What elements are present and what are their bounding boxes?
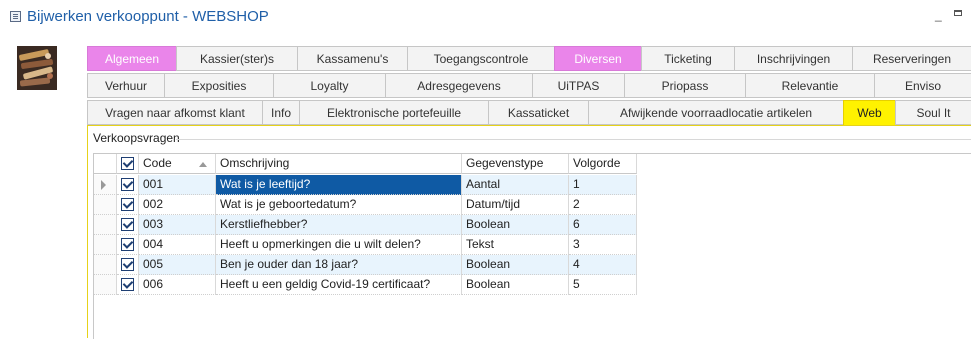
header-indicator-cell bbox=[94, 154, 117, 174]
tab-relevantie[interactable]: Relevantie bbox=[745, 73, 874, 98]
cell-volgorde[interactable]: 6 bbox=[569, 215, 637, 235]
checkbox-checked-icon bbox=[121, 198, 134, 211]
row-checkbox[interactable] bbox=[117, 255, 139, 275]
cell-volgorde[interactable]: 3 bbox=[569, 235, 637, 255]
tab-vragen-naar-afkomst-klant[interactable]: Vragen naar afkomst klant bbox=[87, 100, 262, 125]
cell-gegevenstype[interactable]: Tekst bbox=[462, 235, 569, 255]
tab-web[interactable]: Web bbox=[843, 100, 895, 125]
checkbox-checked-icon bbox=[121, 278, 134, 291]
checkbox-checked-icon bbox=[121, 258, 134, 271]
row-indicator bbox=[94, 195, 117, 215]
verkoopsvragen-grid: Code Omschrijving Gegevenstype Volgorde … bbox=[93, 153, 971, 339]
title-bar: Bijwerken verkooppunt - WEBSHOP _ bbox=[0, 0, 971, 32]
checkbox-checked-icon bbox=[121, 178, 134, 191]
cell-omschrijving[interactable]: Wat is je geboortedatum? bbox=[216, 195, 462, 215]
tab-adresgegevens[interactable]: Adresgegevens bbox=[385, 73, 532, 98]
web-tab-panel: Verkoopsvragen Code Omschrijving Gegeven… bbox=[87, 125, 971, 339]
window-title: Bijwerken verkooppunt - WEBSHOP bbox=[27, 8, 269, 25]
tab-elektronische-portefeuille[interactable]: Elektronische portefeuille bbox=[299, 100, 488, 125]
row-checkbox[interactable] bbox=[117, 175, 139, 195]
cell-volgorde[interactable]: 2 bbox=[569, 195, 637, 215]
table-row[interactable]: 004 Heeft u opmerkingen die u wilt delen… bbox=[94, 235, 968, 255]
cell-code[interactable]: 006 bbox=[139, 275, 216, 295]
cell-gegevenstype[interactable]: Boolean bbox=[462, 215, 569, 235]
group-divider bbox=[176, 139, 971, 140]
tab-kassamenus[interactable]: Kassamenu's bbox=[297, 46, 407, 71]
tab-kassiersters[interactable]: Kassier(ster)s bbox=[176, 46, 297, 71]
checkbox-checked-icon bbox=[121, 218, 134, 231]
tab-afwijkende-voorraadlocatie-artikelen[interactable]: Afwijkende voorraadlocatie artikelen bbox=[588, 100, 843, 125]
tab-algemeen[interactable]: Algemeen bbox=[87, 46, 176, 71]
tab-inschrijvingen[interactable]: Inschrijvingen bbox=[734, 46, 852, 71]
sort-ascending-icon bbox=[199, 162, 207, 167]
cell-omschrijving[interactable]: Ben je ouder dan 18 jaar? bbox=[216, 255, 462, 275]
tab-exposities[interactable]: Exposities bbox=[164, 73, 273, 98]
column-header-gegevenstype[interactable]: Gegevenstype bbox=[462, 154, 569, 174]
tab-priopass[interactable]: Priopass bbox=[624, 73, 745, 98]
tab-row-3: Vragen naar afkomst klant Info Elektroni… bbox=[87, 100, 971, 125]
cell-omschrijving[interactable]: Heeft u een geldig Covid-19 certificaat? bbox=[216, 275, 462, 295]
row-indicator bbox=[94, 175, 117, 195]
tab-enviso[interactable]: Enviso bbox=[874, 73, 971, 98]
tab-reserveringen[interactable]: Reserveringen bbox=[852, 46, 971, 71]
cell-gegevenstype[interactable]: Datum/tijd bbox=[462, 195, 569, 215]
cell-code[interactable]: 004 bbox=[139, 235, 216, 255]
tab-ticketing[interactable]: Ticketing bbox=[641, 46, 734, 71]
row-checkbox[interactable] bbox=[117, 235, 139, 255]
tab-loyalty[interactable]: Loyalty bbox=[273, 73, 385, 98]
row-checkbox[interactable] bbox=[117, 195, 139, 215]
checkbox-checked-icon bbox=[121, 238, 134, 251]
cell-volgorde[interactable]: 5 bbox=[569, 275, 637, 295]
grid-header-row: Code Omschrijving Gegevenstype Volgorde bbox=[94, 154, 968, 174]
tab-info[interactable]: Info bbox=[262, 100, 299, 125]
checkbox-checked-icon bbox=[121, 157, 134, 170]
cell-volgorde[interactable]: 1 bbox=[569, 175, 637, 195]
cell-code[interactable]: 005 bbox=[139, 255, 216, 275]
table-row[interactable]: 002 Wat is je geboortedatum? Datum/tijd … bbox=[94, 195, 968, 215]
current-row-pointer-icon bbox=[101, 180, 106, 190]
cell-omschrijving[interactable]: Kerstliefhebber? bbox=[216, 215, 462, 235]
table-row[interactable]: 003 Kerstliefhebber? Boolean 6 bbox=[94, 215, 968, 235]
cell-code[interactable]: 002 bbox=[139, 195, 216, 215]
tab-row-2: Verhuur Exposities Loyalty Adresgegevens… bbox=[87, 73, 971, 98]
column-header-omschrijving[interactable]: Omschrijving bbox=[216, 154, 462, 174]
table-row[interactable]: 006 Heeft u een geldig Covid-19 certific… bbox=[94, 275, 968, 295]
row-indicator bbox=[94, 215, 117, 235]
minimize-button[interactable]: _ bbox=[935, 8, 942, 22]
brochures-image-icon bbox=[17, 46, 57, 90]
maximize-button[interactable] bbox=[954, 10, 962, 16]
row-indicator bbox=[94, 275, 117, 295]
column-header-volgorde[interactable]: Volgorde bbox=[569, 154, 637, 174]
cell-gegevenstype[interactable]: Boolean bbox=[462, 275, 569, 295]
table-row[interactable]: 001 Wat is je leeftijd? Aantal 1 bbox=[94, 175, 968, 195]
tab-uitpas[interactable]: UiTPAS bbox=[532, 73, 624, 98]
column-header-code-label: Code bbox=[143, 156, 172, 170]
cell-omschrijving-selected[interactable]: Wat is je leeftijd? bbox=[216, 175, 462, 195]
header-select-all-checkbox[interactable] bbox=[117, 154, 139, 174]
cell-gegevenstype[interactable]: Boolean bbox=[462, 255, 569, 275]
row-checkbox[interactable] bbox=[117, 275, 139, 295]
tab-row-1: Algemeen Kassier(ster)s Kassamenu's Toeg… bbox=[87, 46, 971, 71]
group-title: Verkoopsvragen bbox=[93, 131, 180, 145]
tab-kassaticket[interactable]: Kassaticket bbox=[488, 100, 588, 125]
tab-soul-it[interactable]: Soul It bbox=[895, 100, 971, 125]
cell-code[interactable]: 001 bbox=[139, 175, 216, 195]
cell-code[interactable]: 003 bbox=[139, 215, 216, 235]
cell-gegevenstype[interactable]: Aantal bbox=[462, 175, 569, 195]
column-header-code[interactable]: Code bbox=[139, 154, 216, 174]
table-row[interactable]: 005 Ben je ouder dan 18 jaar? Boolean 4 bbox=[94, 255, 968, 275]
row-checkbox[interactable] bbox=[117, 215, 139, 235]
cell-omschrijving[interactable]: Heeft u opmerkingen die u wilt delen? bbox=[216, 235, 462, 255]
tab-toegangscontrole[interactable]: Toegangscontrole bbox=[407, 46, 554, 71]
window-form-icon bbox=[10, 11, 21, 22]
tab-diversen[interactable]: Diversen bbox=[554, 46, 641, 71]
cell-volgorde[interactable]: 4 bbox=[569, 255, 637, 275]
row-indicator bbox=[94, 235, 117, 255]
row-indicator bbox=[94, 255, 117, 275]
tab-verhuur[interactable]: Verhuur bbox=[87, 73, 164, 98]
